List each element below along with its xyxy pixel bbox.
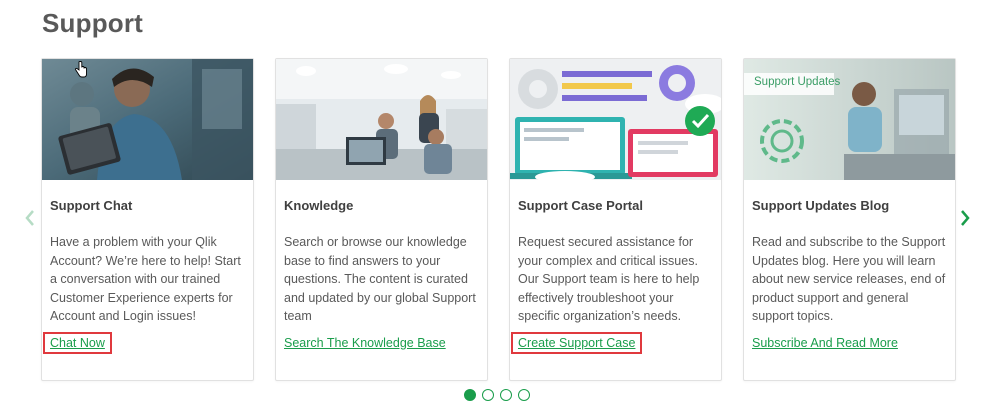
card-description: Request secured assistance for your comp… [518,235,700,323]
chevron-right-icon [961,210,970,226]
pagination-dot-1[interactable] [464,389,476,401]
card-support-case-portal: Support Case Portal Request secured assi… [509,58,722,381]
create-support-case-link[interactable]: Create Support Case [510,332,643,354]
hand-pointer-icon [75,61,87,78]
carousel-pagination [464,389,530,401]
card-title: Knowledge [284,198,354,213]
card-description: Read and subscribe to the Support Update… [752,235,946,323]
card-support-chat: Support Chat Have a problem with your Ql… [41,58,254,381]
subscribe-read-more-link[interactable]: Subscribe And Read More [752,336,898,350]
carousel-prev-button[interactable] [22,207,38,229]
page-title: Support [42,8,144,38]
pagination-dot-2[interactable] [482,389,494,401]
support-agent-photo: Support Updates [744,59,955,180]
card-knowledge: Knowledge Search or browse our knowledge… [275,58,488,381]
card-title: Support Updates Blog [752,198,890,213]
pagination-dot-4[interactable] [518,389,530,401]
card-support-updates-blog: Support Updates Support Updates Blog Rea… [743,58,956,381]
image-overlay-label: Support Updates [754,76,841,88]
carousel-next-button[interactable] [957,207,973,229]
card-title: Support Case Portal [518,198,643,213]
office-team-photo [276,59,487,180]
chat-now-link[interactable]: Chat Now [43,332,112,354]
card-description: Search or browse our knowledge base to f… [284,235,476,323]
card-description: Have a problem with your Qlik Account? W… [50,235,241,323]
laptop-checkmark-illustration [510,59,721,180]
pagination-dot-3[interactable] [500,389,512,401]
search-knowledge-base-link[interactable]: Search The Knowledge Base [284,336,446,350]
card-title: Support Chat [50,198,133,213]
chevron-left-icon [25,210,34,226]
